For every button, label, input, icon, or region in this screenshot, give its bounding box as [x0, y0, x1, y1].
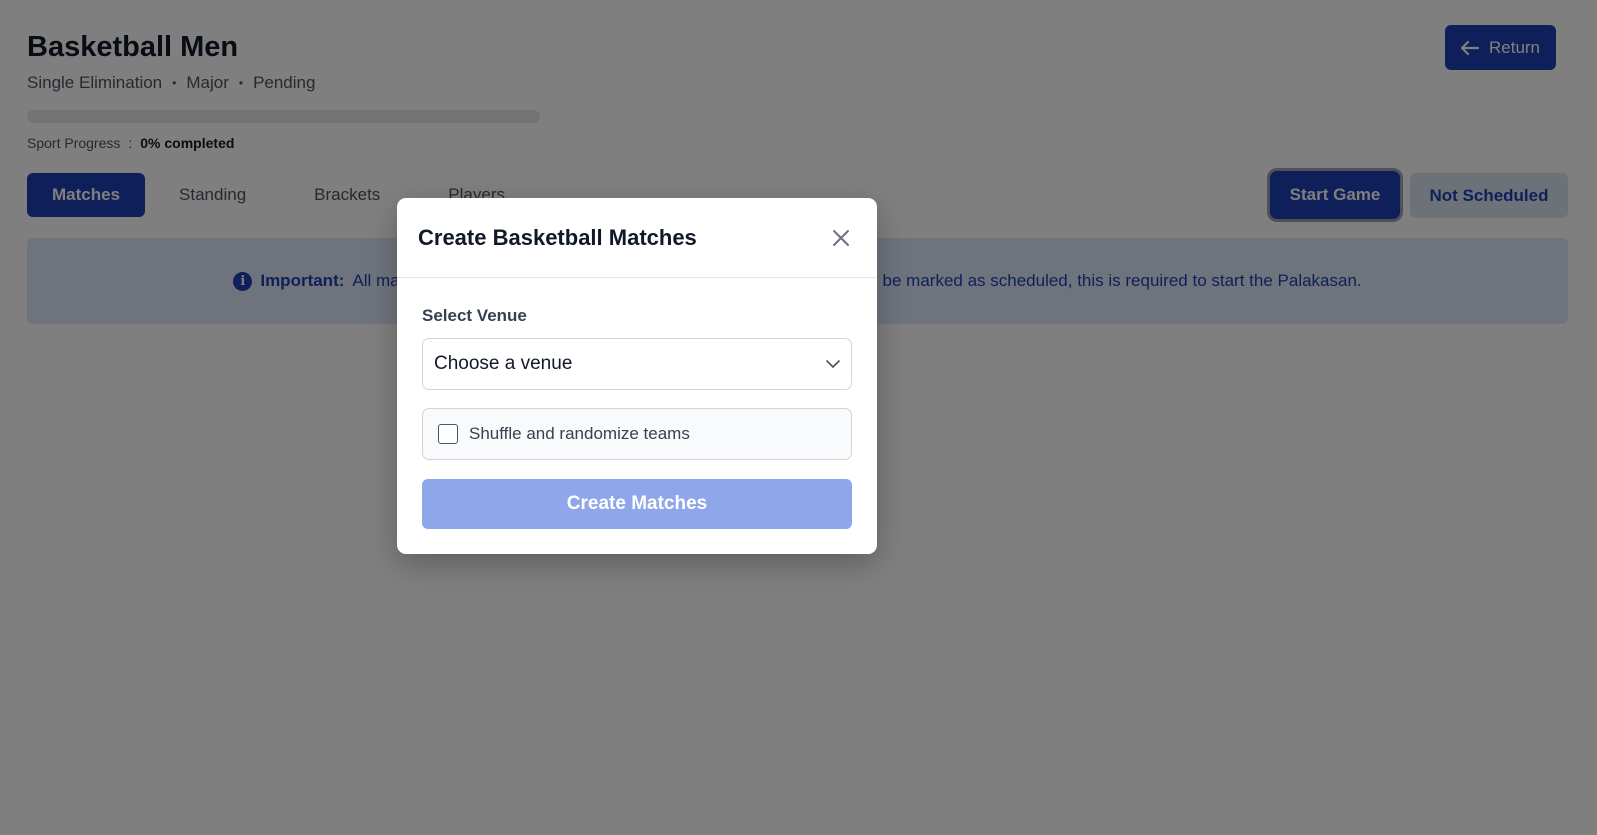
chevron-down-icon	[826, 359, 840, 368]
venue-label: Select Venue	[422, 306, 527, 325]
page: Basketball Men Single Elimination • Majo…	[0, 0, 1597, 835]
modal-title: Create Basketball Matches	[418, 224, 697, 250]
shuffle-option[interactable]: Shuffle and randomize teams	[422, 408, 852, 460]
close-button[interactable]	[826, 223, 856, 253]
modal-header: Create Basketball Matches	[397, 198, 877, 278]
create-matches-button[interactable]: Create Matches	[422, 479, 852, 529]
close-icon	[833, 229, 849, 246]
venue-select[interactable]: Choose a venue	[422, 338, 852, 390]
create-matches-modal: Create Basketball Matches Select Venue C…	[397, 198, 877, 554]
venue-selected-value: Choose a venue	[434, 353, 573, 374]
modal-body: Select Venue Choose a venue Shuffle and …	[397, 278, 877, 529]
shuffle-checkbox[interactable]	[438, 424, 458, 444]
shuffle-label: Shuffle and randomize teams	[469, 424, 690, 443]
